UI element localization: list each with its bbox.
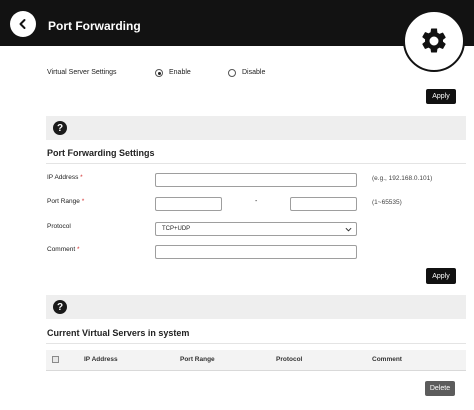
- required-mark: *: [81, 198, 85, 205]
- help-icon[interactable]: ?: [53, 300, 67, 314]
- ip-address-label-text: IP Address: [47, 174, 79, 181]
- port-forwarding-settings-title: Port Forwarding Settings: [47, 148, 155, 158]
- port-range-end-input[interactable]: [290, 197, 357, 211]
- help-icon[interactable]: ?: [53, 121, 67, 135]
- port-range-hint: (1~65535): [372, 199, 402, 206]
- disable-label: Disable: [242, 69, 266, 76]
- column-comment: Comment: [372, 356, 402, 363]
- port-range-label-text: Port Range: [47, 198, 80, 205]
- enable-label: Enable: [169, 69, 191, 76]
- comment-label-text: Comment: [47, 246, 76, 253]
- port-range-start-input[interactable]: [155, 197, 222, 211]
- back-button[interactable]: [10, 11, 36, 37]
- protocol-label: Protocol: [47, 223, 71, 230]
- port-range-label: Port Range *: [47, 198, 84, 205]
- virtual-server-label: Virtual Server Settings: [47, 69, 117, 76]
- port-range-separator: -: [255, 198, 258, 205]
- ip-address-input[interactable]: [155, 173, 357, 187]
- required-mark: *: [80, 174, 83, 181]
- settings-button[interactable]: [403, 10, 465, 72]
- select-all-checkbox[interactable]: [52, 356, 59, 363]
- disable-radio[interactable]: [228, 69, 236, 77]
- protocol-select[interactable]: TCP+UDP: [155, 222, 357, 236]
- help-bar: ?: [46, 116, 466, 140]
- column-ip-address: IP Address: [84, 356, 118, 363]
- apply-port-forwarding-button[interactable]: Apply: [426, 268, 456, 284]
- current-virtual-servers-title: Current Virtual Servers in system: [47, 328, 190, 338]
- ip-address-hint: (e.g., 192.168.0.101): [372, 175, 433, 182]
- comment-label: Comment *: [47, 246, 80, 253]
- chevron-left-icon: [19, 19, 26, 29]
- delete-button[interactable]: Delete: [425, 381, 455, 396]
- column-port-range: Port Range: [180, 356, 215, 363]
- virtual-servers-table-header: IP Address Port Range Protocol Comment: [46, 350, 466, 371]
- gear-icon: [422, 28, 446, 53]
- divider: [46, 163, 466, 164]
- required-mark: *: [77, 246, 80, 253]
- comment-input[interactable]: [155, 245, 357, 259]
- divider: [46, 343, 466, 344]
- protocol-selected-value: TCP+UDP: [162, 226, 191, 232]
- enable-radio[interactable]: [155, 69, 163, 77]
- ip-address-label: IP Address *: [47, 174, 83, 181]
- page-title: Port Forwarding: [48, 19, 141, 33]
- chevron-down-icon: [345, 227, 352, 232]
- column-protocol: Protocol: [276, 356, 303, 363]
- help-bar: ?: [46, 295, 466, 319]
- apply-virtual-server-button[interactable]: Apply: [426, 89, 456, 104]
